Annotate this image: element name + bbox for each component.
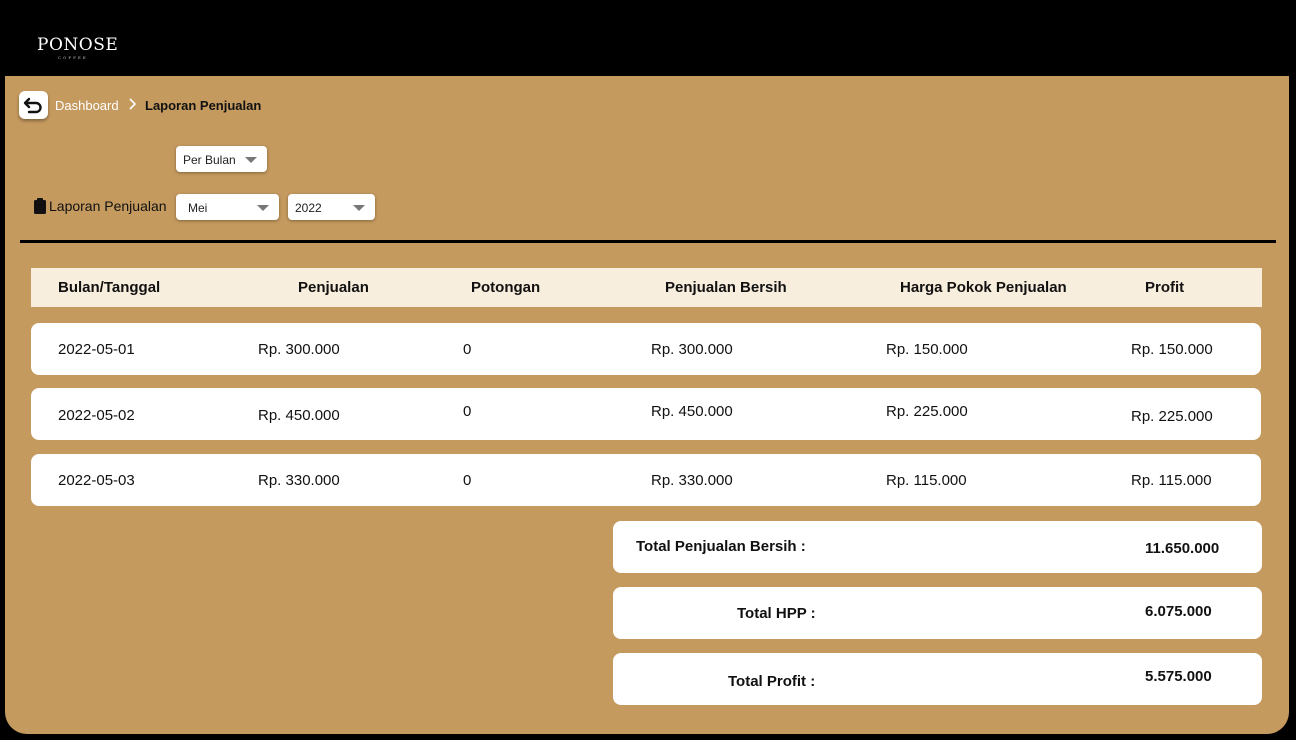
row-cogs: Rp. 115.000: [886, 472, 967, 489]
summary-net-sales-label: Total Penjualan Bersih :: [636, 538, 806, 555]
row-sales: Rp. 330.000: [258, 472, 340, 489]
period-select-value: Per Bulan: [183, 153, 236, 167]
row-discount: 0: [463, 472, 472, 489]
column-header-profit: Profit: [1145, 279, 1185, 296]
summary-hpp-label: Total HPP :: [737, 605, 816, 622]
column-header-sales: Penjualan: [298, 279, 369, 296]
column-header-discount: Potongan: [471, 279, 541, 296]
row-net-sales: Rp. 450.000: [651, 403, 733, 420]
month-select[interactable]: Mei: [176, 194, 279, 220]
table-row: [31, 323, 1261, 375]
row-date: 2022-05-02: [58, 407, 135, 424]
row-date: 2022-05-03: [58, 472, 135, 489]
row-discount: 0: [463, 403, 472, 420]
summary-profit-value: 5.575.000: [1145, 668, 1212, 685]
report-filter-text: Laporan Penjualan: [49, 198, 167, 214]
summary-net-sales-value: 11.650.000: [1145, 540, 1220, 557]
row-profit: Rp. 225.000: [1131, 408, 1213, 425]
chevron-right-icon: [127, 97, 137, 116]
clipboard-icon: [34, 198, 46, 214]
caret-down-icon: [245, 157, 257, 163]
caret-down-icon: [353, 205, 365, 211]
year-select-value: 2022: [295, 201, 322, 215]
breadcrumb-current: Laporan Penjualan: [145, 98, 262, 113]
column-header-date: Bulan/Tanggal: [58, 279, 161, 296]
column-header-cogs: Harga Pokok Penjualan: [900, 279, 1067, 296]
period-select[interactable]: Per Bulan: [176, 146, 267, 172]
row-discount: 0: [463, 341, 472, 358]
month-select-value: Mei: [188, 201, 208, 215]
row-net-sales: Rp. 330.000: [651, 472, 733, 489]
brand-logo[interactable]: PONOSE: [37, 35, 118, 55]
table-row: [31, 388, 1261, 440]
table-row: [31, 454, 1261, 506]
back-arrow-icon: [23, 97, 42, 114]
divider: [20, 240, 1276, 243]
row-cogs: Rp. 225.000: [886, 403, 968, 420]
row-sales: Rp. 450.000: [258, 407, 340, 424]
column-header-net-sales: Penjualan Bersih: [665, 279, 787, 296]
year-select[interactable]: 2022: [288, 194, 375, 220]
row-date: 2022-05-01: [58, 341, 135, 358]
breadcrumb-dashboard[interactable]: Dashboard: [55, 98, 119, 113]
row-profit: Rp. 150.000: [1131, 341, 1213, 358]
back-button[interactable]: [19, 91, 48, 119]
table-header: [31, 268, 1262, 307]
summary-hpp-value: 6.075.000: [1145, 603, 1212, 620]
top-bar: PONOSE COFFEE: [0, 0, 1296, 76]
row-profit: Rp. 115.000: [1131, 472, 1212, 489]
summary-profit-label: Total Profit :: [728, 673, 816, 690]
row-cogs: Rp. 150.000: [886, 341, 968, 358]
row-net-sales: Rp. 300.000: [651, 341, 733, 358]
caret-down-icon: [257, 205, 269, 211]
report-filter-label: Laporan Penjualan: [33, 197, 167, 214]
row-sales: Rp. 300.000: [258, 341, 340, 358]
brand-logo-sub: COFFEE: [58, 55, 88, 60]
